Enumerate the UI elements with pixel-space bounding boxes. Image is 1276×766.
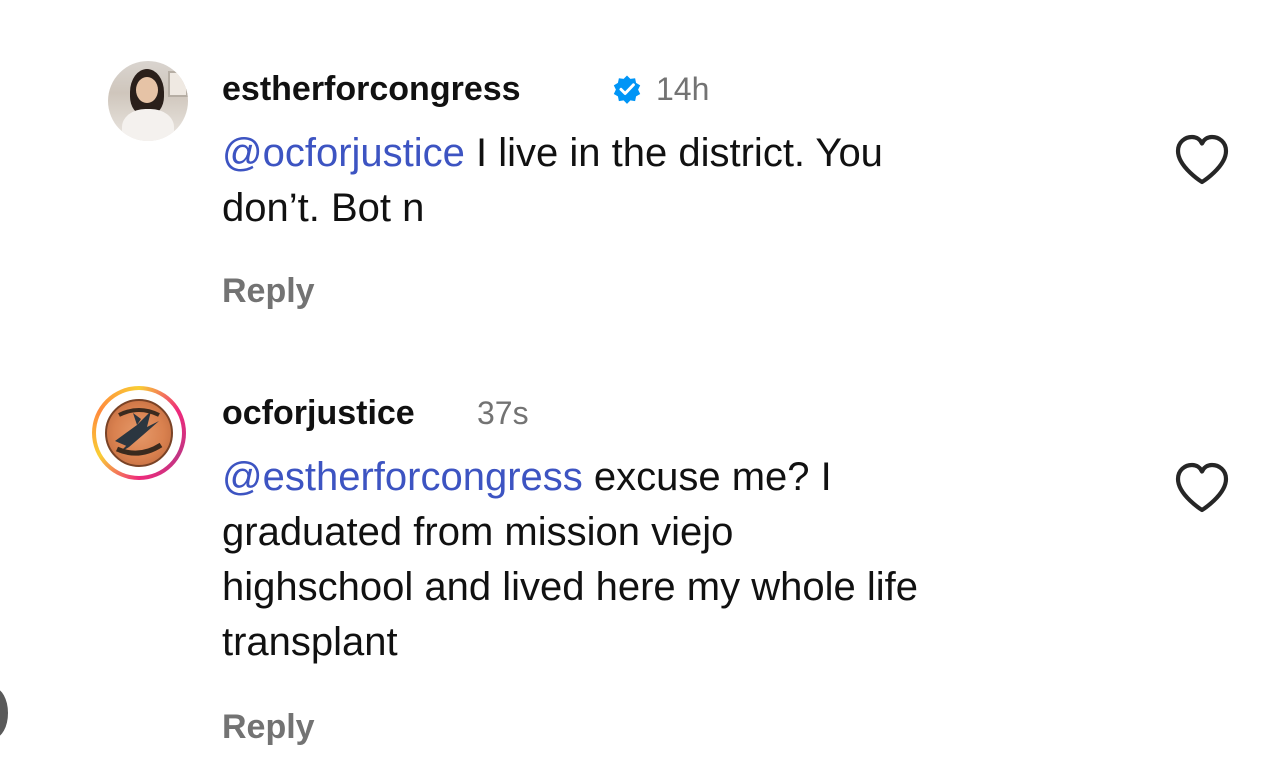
mention-link[interactable]: @ocforjustice xyxy=(222,131,465,175)
partial-edge-element xyxy=(0,688,8,738)
heart-outline-icon[interactable] xyxy=(1172,132,1232,186)
comment-text-line: excuse me? I xyxy=(582,455,832,499)
reply-button[interactable]: Reply xyxy=(222,272,315,311)
comment-text-line: highschool and lived here my whole life xyxy=(222,565,918,609)
comment-username[interactable]: estherforcongress xyxy=(222,70,521,109)
avatar-logo xyxy=(101,395,177,471)
avatar-ocforjustice[interactable] xyxy=(92,386,186,480)
comment-username[interactable]: ocforjustice xyxy=(222,394,415,433)
comment-timestamp: 14h xyxy=(656,71,710,107)
comment-text-line: graduated from mission viejo xyxy=(222,510,734,554)
comment-text-line: don’t. Bot n xyxy=(222,186,425,230)
heart-outline-icon[interactable] xyxy=(1172,460,1232,514)
mention-link[interactable]: @estherforcongress xyxy=(222,455,583,499)
reply-button[interactable]: Reply xyxy=(222,708,315,747)
comment-text: @estherforcongress excuse me? I graduate… xyxy=(222,450,1122,670)
hummingbird-logo-icon xyxy=(115,408,163,456)
verified-badge-icon xyxy=(613,75,641,104)
comment-text-line: transplant xyxy=(222,620,398,664)
comment-timestamp: 37s xyxy=(477,395,529,431)
avatar-photo xyxy=(108,61,188,141)
avatar-estherforcongress[interactable] xyxy=(104,58,192,146)
comment-text: @ocforjustice I live in the district. Yo… xyxy=(222,126,1122,236)
comment-text-line: I live in the district. You xyxy=(464,131,883,175)
